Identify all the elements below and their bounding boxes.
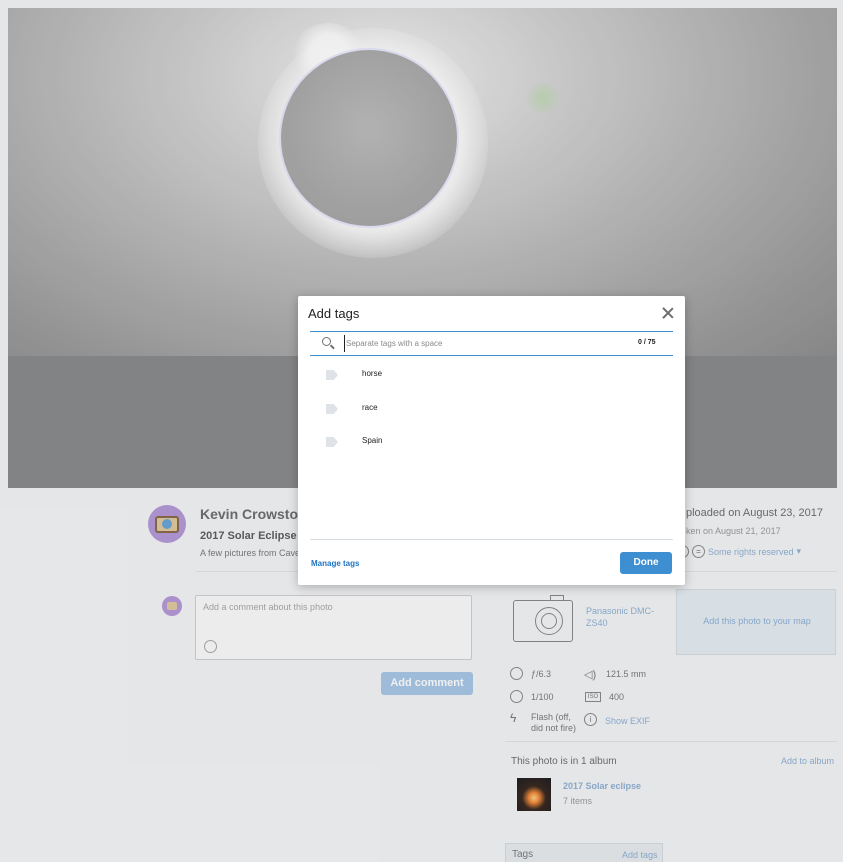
camera-model-link[interactable]: Panasonic DMC-ZS40	[586, 605, 661, 629]
chevron-down-icon: ▾	[796, 546, 802, 556]
taken-date: ken on August 21, 2017	[686, 526, 781, 536]
emoji-icon[interactable]	[204, 640, 217, 653]
aperture-value: ƒ/6.3	[531, 669, 552, 679]
license-info[interactable]: $ = Some rights reserved ▾	[676, 545, 801, 558]
tag-icon	[326, 370, 338, 380]
aperture-icon	[510, 667, 523, 680]
commenter-avatar	[162, 596, 182, 616]
photo-title: 2017 Solar Eclipse	[200, 530, 297, 542]
suggested-tag-label: Spain	[362, 436, 383, 445]
album-heading: This photo is in 1 album	[511, 756, 617, 767]
show-exif-link[interactable]: Show EXIF	[605, 716, 650, 726]
flash-icon: ϟ	[510, 711, 517, 725]
lens-flare	[523, 83, 563, 113]
suggested-tag[interactable]: Spain	[326, 434, 656, 452]
suggested-tag[interactable]: race	[326, 401, 656, 419]
tag-input[interactable]	[344, 335, 614, 352]
iso-icon: ISO	[585, 692, 601, 702]
search-icon	[322, 337, 335, 350]
map-cta[interactable]: Add this photo to your map	[677, 616, 837, 626]
tag-counter: 0 / 75	[638, 339, 656, 346]
owner-avatar[interactable]	[148, 505, 186, 543]
close-icon[interactable]	[661, 306, 675, 320]
info-icon: i	[584, 713, 597, 726]
camera-icon	[513, 595, 573, 642]
comment-placeholder: Add a comment about this photo	[203, 602, 333, 612]
rights-label[interactable]: Some rights reserved	[708, 547, 794, 557]
flash-value: Flash (off, did not fire)	[531, 712, 577, 733]
suggested-tag-label: horse	[362, 369, 383, 378]
album-title-link[interactable]: 2017 Solar eclipse	[563, 781, 641, 791]
add-tags-link[interactable]: Add tags	[622, 850, 658, 860]
add-comment-button[interactable]: Add comment	[381, 672, 473, 695]
photo-description: A few pictures from Cave	[200, 548, 301, 558]
upload-date: ploaded on August 23, 2017	[686, 507, 824, 519]
eclipse-moon	[281, 50, 457, 226]
tags-heading: Tags	[512, 849, 534, 860]
dialog-title: Add tags	[308, 306, 360, 321]
shutter-value: 1/100	[531, 692, 554, 702]
tag-icon	[326, 404, 338, 414]
owner-name[interactable]: Kevin Crowston	[200, 506, 307, 522]
comment-input[interactable]: Add a comment about this photo	[195, 595, 472, 660]
add-tags-dialog: Add tags 0 / 75 horse race Spain Manage …	[298, 296, 685, 585]
divider	[310, 539, 673, 540]
divider	[505, 741, 837, 742]
album-count: 7 items	[563, 796, 593, 806]
tag-input-row: 0 / 75	[310, 331, 673, 356]
nd-icon: =	[692, 545, 705, 558]
add-to-album-link[interactable]: Add to album	[781, 756, 834, 766]
tags-panel: Tags Add tags	[505, 843, 663, 862]
focal-length-value: 121.5 mm	[606, 669, 647, 679]
shutter-icon	[510, 690, 523, 703]
iso-value: 400	[609, 692, 625, 702]
album-thumbnail[interactable]	[517, 778, 551, 811]
suggested-tag[interactable]: horse	[326, 367, 656, 385]
focal-length-icon: ◁)	[584, 669, 597, 681]
suggested-tag-label: race	[362, 403, 378, 412]
tag-icon	[326, 437, 338, 447]
map-placeholder[interactable]: Add this photo to your map	[676, 589, 836, 655]
done-button[interactable]: Done	[620, 552, 672, 574]
manage-tags-link[interactable]: Manage tags	[311, 559, 359, 568]
